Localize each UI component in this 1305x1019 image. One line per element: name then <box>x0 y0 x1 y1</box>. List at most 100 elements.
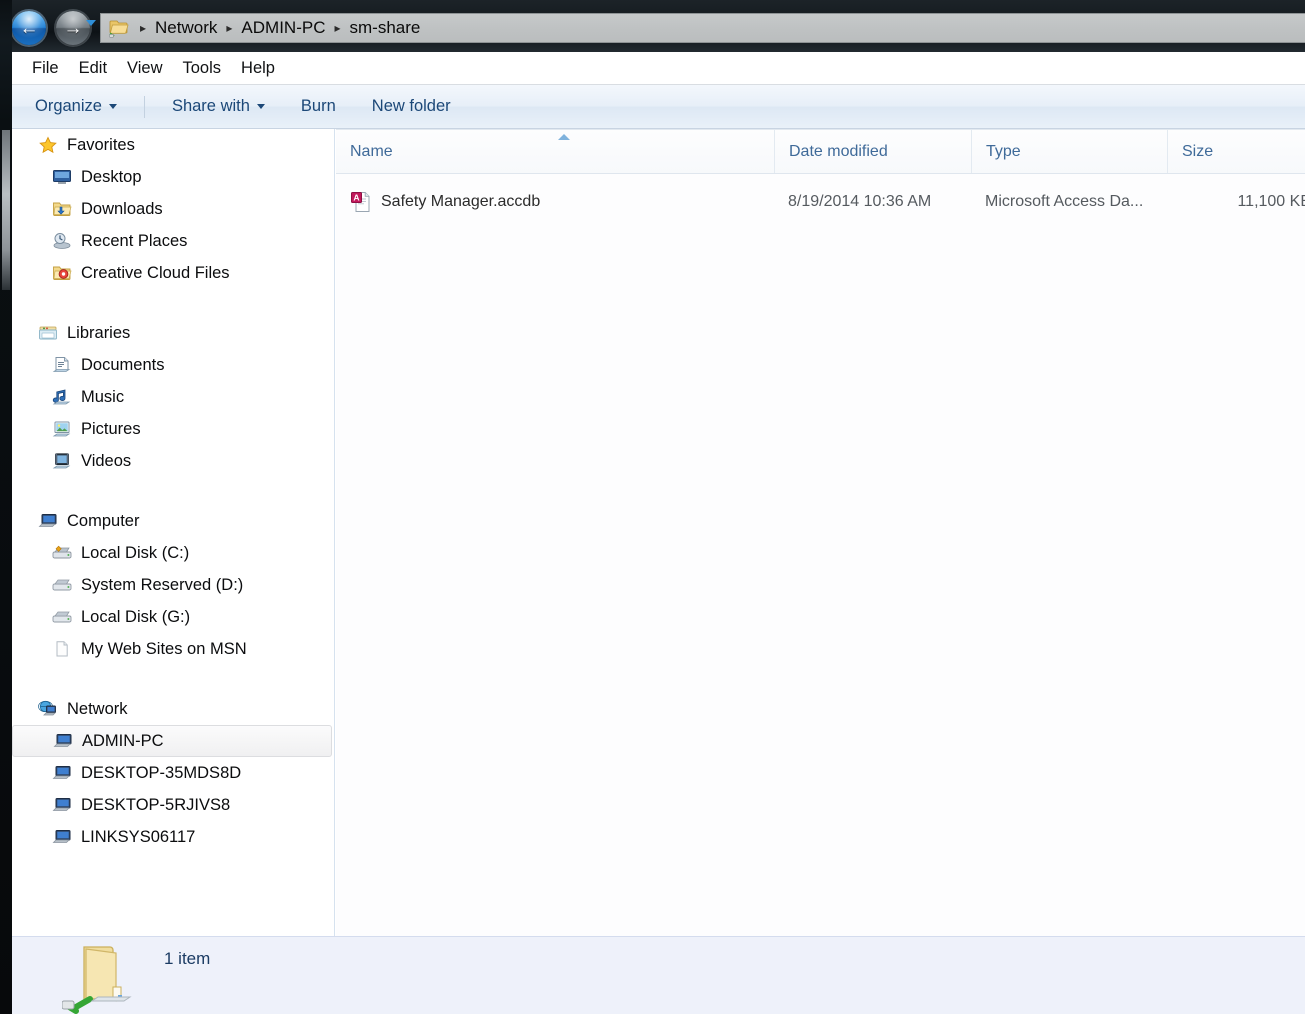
recent-places-icon <box>52 232 72 250</box>
breadcrumb-separator-icon: ▸ <box>334 21 341 35</box>
new-folder-label: New folder <box>371 97 451 115</box>
menu-edit[interactable]: Edit <box>69 56 117 81</box>
forward-arrow-icon: → <box>63 17 83 39</box>
breadcrumb-item-network[interactable]: Network <box>151 16 221 40</box>
sidebar-item-documents[interactable]: Documents <box>12 349 334 381</box>
window-left-border <box>0 0 12 1014</box>
details-pane: 1 item <box>12 936 1305 1014</box>
computer-icon <box>52 764 72 782</box>
libraries-icon <box>38 324 58 342</box>
chevron-down-icon <box>108 104 117 109</box>
menu-bar: File Edit View Tools Help <box>12 52 1305 85</box>
sidebar-item-downloads[interactable]: Downloads <box>12 193 334 225</box>
sidebar-label: Videos <box>81 451 132 470</box>
sidebar-item-system-reserved-d[interactable]: System Reserved (D:) <box>12 569 334 601</box>
explorer-window: ← → ▸ Network ▸ ADMIN-PC ▸ sm-share File… <box>0 0 1305 1014</box>
file-date-modified-label: 8/19/2014 10:36 AM <box>788 193 932 210</box>
sidebar-item-pictures[interactable]: Pictures <box>12 413 334 445</box>
nav-group-network: Network ADMIN-PC DESKTOP-35MDS8D DESKTOP… <box>12 693 334 853</box>
computer-icon <box>52 828 72 846</box>
desktop-icon <box>52 168 72 186</box>
sidebar-item-desktop-5rjivs8[interactable]: DESKTOP-5RJIVS8 <box>12 789 334 821</box>
sidebar-item-network[interactable]: Network <box>12 693 334 725</box>
file-list-pane[interactable]: Name Date modified Type Size A Safety Ma… <box>336 129 1305 937</box>
menu-tools[interactable]: Tools <box>173 56 232 81</box>
breadcrumb-separator-icon: ▸ <box>226 21 233 35</box>
documents-library-icon <box>52 356 72 374</box>
sidebar-item-videos[interactable]: Videos <box>12 445 334 477</box>
burn-button[interactable]: Burn <box>288 92 349 121</box>
menu-view[interactable]: View <box>117 56 172 81</box>
sidebar-item-local-disk-c[interactable]: Local Disk (C:) <box>12 537 334 569</box>
column-header-label: Name <box>350 142 393 160</box>
sidebar-item-linksys06117[interactable]: LINKSYS06117 <box>12 821 334 853</box>
nav-group-computer: Computer Local Disk (C:) System Reserved… <box>12 505 334 665</box>
explorer-body: Favorites Desktop Downloads Recent Place… <box>12 129 1305 937</box>
sidebar-label: Desktop <box>81 167 142 186</box>
window-border-gloss <box>2 130 10 290</box>
address-bar[interactable]: ▸ Network ▸ ADMIN-PC ▸ sm-share <box>100 13 1305 43</box>
network-globe-icon <box>38 700 58 718</box>
star-icon <box>38 136 58 154</box>
chevron-down-icon <box>256 104 265 109</box>
column-header-name[interactable]: Name <box>336 130 774 173</box>
command-toolbar: Organize Share with Burn New folder <box>12 85 1305 129</box>
menu-help[interactable]: Help <box>231 56 285 81</box>
nav-group-favorites: Favorites Desktop Downloads Recent Place… <box>12 129 334 289</box>
chevron-down-icon[interactable] <box>86 20 96 26</box>
column-header-label: Type <box>986 142 1021 160</box>
share-with-button[interactable]: Share with <box>159 92 278 121</box>
sidebar-item-desktop[interactable]: Desktop <box>12 161 334 193</box>
menu-file[interactable]: File <box>22 56 69 81</box>
sidebar-item-admin-pc[interactable]: ADMIN-PC <box>12 725 332 757</box>
sidebar-item-creative-cloud-files[interactable]: Creative Cloud Files <box>12 257 334 289</box>
creative-cloud-folder-icon <box>52 264 72 282</box>
svg-text:A: A <box>353 192 359 202</box>
navigation-pane[interactable]: Favorites Desktop Downloads Recent Place… <box>12 129 335 937</box>
sidebar-label: Music <box>81 387 125 406</box>
new-folder-button[interactable]: New folder <box>359 92 464 121</box>
file-type-cell: Microsoft Access Da... <box>971 182 1167 222</box>
column-header-type[interactable]: Type <box>971 130 1167 173</box>
file-date-modified-cell: 8/19/2014 10:36 AM <box>774 182 971 222</box>
forward-button[interactable]: → <box>56 11 90 45</box>
sidebar-item-favorites[interactable]: Favorites <box>12 129 334 161</box>
column-header-label: Size <box>1182 142 1214 160</box>
sidebar-item-libraries[interactable]: Libraries <box>12 317 334 349</box>
title-bar: ← → ▸ Network ▸ ADMIN-PC ▸ sm-share <box>0 0 1305 52</box>
sidebar-label: Recent Places <box>81 231 188 250</box>
organize-button[interactable]: Organize <box>22 92 130 121</box>
table-row[interactable]: A Safety Manager.accdb 8/19/2014 10:36 A… <box>336 182 1305 222</box>
share-with-label: Share with <box>171 97 250 115</box>
column-header-size[interactable]: Size <box>1167 130 1305 173</box>
burn-label: Burn <box>300 97 336 115</box>
sidebar-item-local-disk-g[interactable]: Local Disk (G:) <box>12 601 334 633</box>
sidebar-item-computer[interactable]: Computer <box>12 505 334 537</box>
computer-icon <box>53 732 73 750</box>
file-name-cell[interactable]: A Safety Manager.accdb <box>350 182 774 222</box>
file-name-label: Safety Manager.accdb <box>381 193 541 210</box>
sidebar-item-music[interactable]: Music <box>12 381 334 413</box>
sidebar-label: System Reserved (D:) <box>81 575 244 594</box>
sidebar-label: Local Disk (C:) <box>81 543 190 562</box>
sidebar-label: ADMIN-PC <box>82 731 164 750</box>
column-header-date-modified[interactable]: Date modified <box>774 130 971 173</box>
sidebar-item-recent-places[interactable]: Recent Places <box>12 225 334 257</box>
back-arrow-icon: ← <box>19 17 39 39</box>
access-database-icon: A <box>350 190 372 214</box>
breadcrumb-item-sm-share[interactable]: sm-share <box>346 16 425 40</box>
sidebar-item-my-web-sites-on-msn[interactable]: My Web Sites on MSN <box>12 633 334 665</box>
sidebar-label: Pictures <box>81 419 141 438</box>
back-button[interactable]: ← <box>12 11 46 45</box>
breadcrumb-item-admin-pc[interactable]: ADMIN-PC <box>237 16 329 40</box>
page-icon <box>52 640 72 658</box>
breadcrumb: ▸ Network ▸ ADMIN-PC ▸ sm-share <box>135 16 424 40</box>
sidebar-label: Computer <box>67 511 140 530</box>
drive-icon <box>52 608 72 626</box>
sidebar-item-desktop-35mds8d[interactable]: DESKTOP-35MDS8D <box>12 757 334 789</box>
sidebar-label: Documents <box>81 355 165 374</box>
column-header-label: Date modified <box>789 142 888 160</box>
breadcrumb-separator-icon: ▸ <box>140 21 147 35</box>
